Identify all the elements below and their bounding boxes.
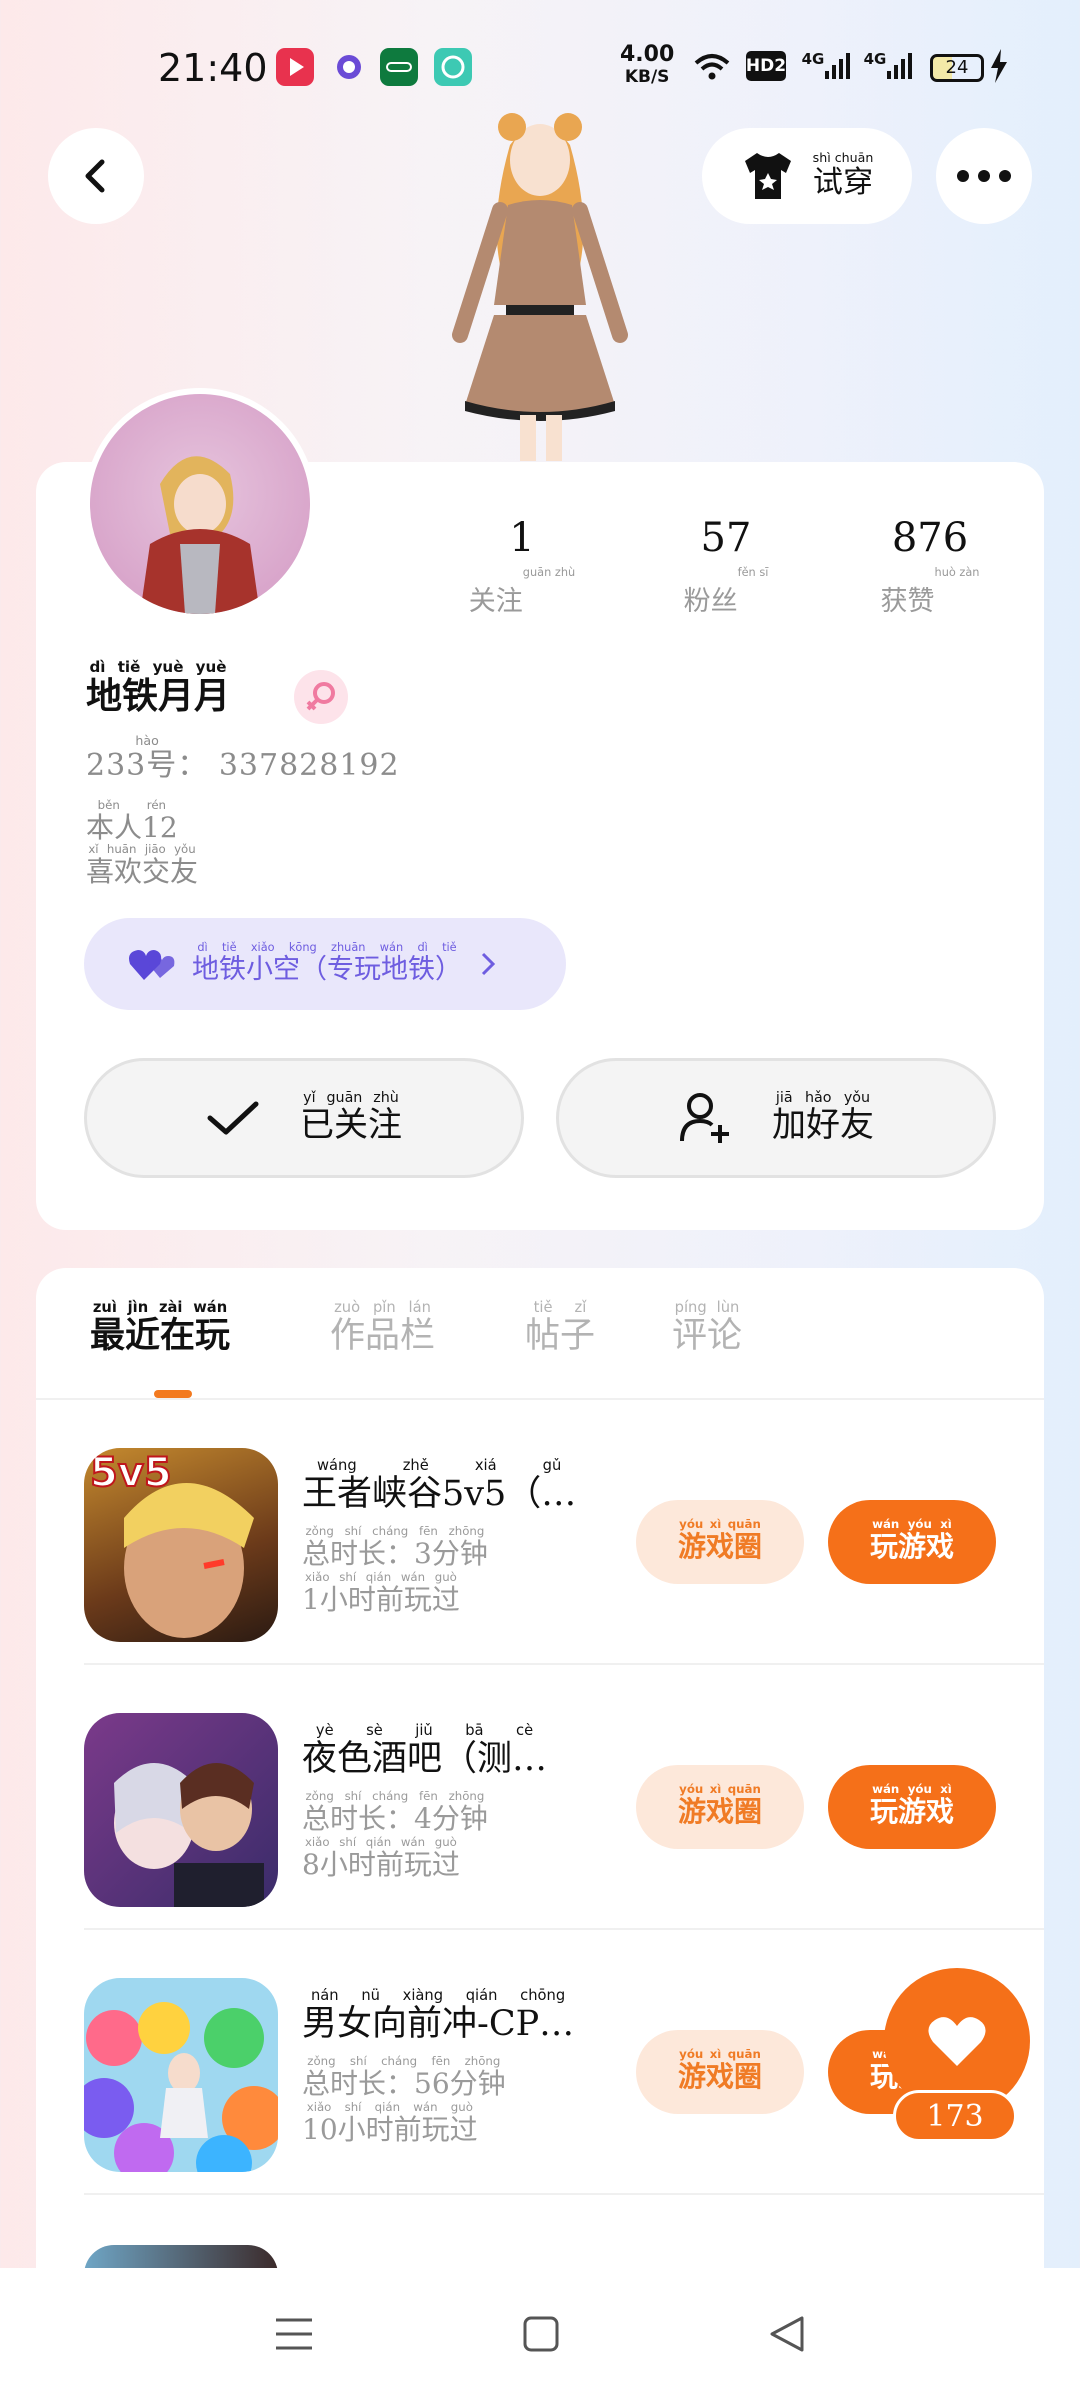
stat-likes[interactable]: 876 获赞huò zàn [840,515,1020,618]
game-icon[interactable] [84,1713,278,1907]
avatar[interactable] [84,388,316,620]
user-id[interactable]: 233号：hào 337828192 [86,733,400,784]
like-count: 173 [893,2090,1017,2142]
game-circle-button[interactable]: 游戏圈yóu xì quān [636,2030,804,2114]
network-speed: 4.00 KB/S [620,42,675,88]
bio: 本人12běn rén 喜欢交友xǐ huān jiāo yǒu [86,798,199,894]
tab-posts[interactable]: 帖子tiě zǐ [525,1299,595,1358]
game-icon[interactable]: 5v5 [84,1448,278,1642]
clock: 21:40 [158,46,268,90]
game-meta: 总时长：3分钟zǒng shí cháng fēn zhōng 1小时前玩过xi… [302,1524,488,1616]
stat-followers[interactable]: 57 粉丝fěn sī [636,515,816,618]
wifi-icon [690,48,734,84]
add-friend-button[interactable]: 加好友jiā hǎo yǒu [556,1058,996,1178]
game-title: 夜色酒吧（测…yè sè jiǔ bā cè [302,1723,548,1779]
follow-button[interactable]: 已关注yǐ guān zhù [84,1058,524,1178]
hd-badge: HD2 [746,51,786,81]
chevron-left-icon [85,159,105,193]
signal-icon-2: 4G [862,48,914,84]
play-game-button[interactable]: 玩游戏wán yóu xì [828,1500,996,1584]
bio-line-2: 喜欢交友xǐ huān jiāo yǒu [86,842,199,888]
menu-icon[interactable] [274,2316,314,2352]
game-meta: 总时长：4分钟zǒng shí cháng fēn zhōng 8小时前玩过xi… [302,1789,488,1881]
game-row[interactable]: 夜色酒吧（测…yè sè jiǔ bā cè 总时长：4分钟zǒng shí c… [36,1665,1044,1930]
oppo-app-icon [380,48,418,86]
play-game-button[interactable]: 玩游戏wán yóu xì [828,1765,996,1849]
game-icon[interactable] [84,1978,278,2172]
game-title: 男女向前冲-CP…nán nǚ xiàng qián chōng [302,1988,575,2044]
bio-line-1: 本人12běn rén [86,798,178,844]
hearts-icon [129,950,175,980]
try-on-label: 试穿shì chuān [812,149,874,200]
tab-comments[interactable]: 评论píng lùn [672,1299,742,1358]
group-link[interactable]: 地铁小空（专玩地铁）dì tiě xiǎo kōng zhuān wán dì … [84,918,566,1010]
female-icon [294,670,348,724]
add-person-icon [680,1093,729,1143]
game-meta: 总时长：56分钟zǒng shí cháng fēn zhōng 10小时前玩过… [302,2054,506,2146]
tab-recent[interactable]: 最近在玩zuì jìn zài wán [90,1299,230,1358]
home-square-icon[interactable] [522,2315,560,2353]
stat-following[interactable]: 1 关注guān zhù [432,515,612,618]
nickname: 地铁月月dì tiě yuè yuè [86,658,231,717]
battery-icon: 24 [930,54,984,82]
game-circle-button[interactable]: 游戏圈yóu xì quān [636,1500,804,1584]
planet-app-icon [330,48,368,86]
chat-app-icon [434,48,472,86]
back-button[interactable] [48,128,144,224]
navigation-bar [0,2268,1080,2400]
row-divider [84,2193,1044,2195]
heart-icon [928,2017,986,2066]
check-icon [207,1101,259,1135]
tab-indicator [154,1390,192,1398]
chevron-right-icon [481,952,496,976]
game-circle-button[interactable]: 游戏圈yóu xì quān [636,1765,804,1849]
more-dots-icon [957,170,1011,182]
tab-works[interactable]: 作品栏zuò pǐn lán [330,1299,435,1358]
video-app-icon [276,48,314,86]
tshirt-icon [744,153,791,199]
game-row[interactable]: 5v5 王者峡谷5v5（…wáng zhě xiá gǔ 总时长：3分钟zǒng… [36,1400,1044,1665]
game-badge: 5v5 [89,1449,173,1497]
try-on-button[interactable]: 试穿shì chuān [702,128,912,224]
more-button[interactable] [936,128,1032,224]
signal-icon-1: 4G [800,48,852,84]
charging-bolt-icon [988,48,1010,84]
avatar-character-figure[interactable] [420,105,660,465]
game-title: 王者峡谷5v5（…wáng zhě xiá gǔ [302,1458,577,1514]
back-triangle-icon[interactable] [768,2315,806,2353]
